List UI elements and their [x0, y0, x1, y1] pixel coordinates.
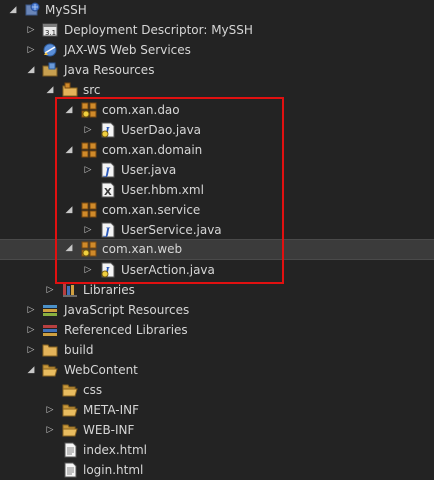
expand-arrow-icon[interactable]: ▷ — [25, 40, 37, 60]
tree-node-deployment-descriptor[interactable]: ▷ 3.1 Deployment Descriptor: MySSH — [0, 20, 434, 40]
tree-node-web-inf[interactable]: ▷ WEB-INF — [0, 420, 434, 440]
deployment-descriptor-icon: 3.1 — [42, 23, 58, 37]
open-folder-icon — [62, 384, 78, 397]
open-folder-icon — [62, 424, 78, 437]
web-project-icon — [25, 2, 40, 16]
html-file-icon — [64, 462, 77, 478]
expand-arrow-icon[interactable]: ▷ — [25, 20, 37, 40]
project-name-label: MySSH — [45, 3, 87, 17]
libraries-icon — [63, 284, 77, 297]
java-resources-label: Java Resources — [64, 63, 155, 77]
tree-node-project[interactable]: ◢ MySSH — [0, 0, 434, 20]
project-explorer-tree: ◢ MySSH ▷ 3.1 Deployment Descriptor: MyS… — [0, 0, 434, 480]
css-label: css — [83, 383, 103, 397]
open-folder-icon — [62, 404, 78, 417]
html-file-icon — [64, 442, 77, 458]
expand-arrow-icon[interactable]: ▷ — [25, 320, 37, 340]
webcontent-label: WebContent — [64, 363, 138, 377]
expand-arrow-icon[interactable]: ▷ — [44, 420, 56, 440]
build-label: build — [64, 343, 94, 357]
tree-node-build[interactable]: ▷ build — [0, 340, 434, 360]
index-html-label: index.html — [83, 443, 147, 457]
deployment-descriptor-label: Deployment Descriptor: MySSH — [64, 23, 253, 37]
login-html-label: login.html — [83, 463, 144, 477]
meta-inf-label: META-INF — [83, 403, 140, 417]
open-folder-icon — [42, 364, 58, 377]
tree-node-js-resources[interactable]: ▷ JavaScript Resources — [0, 300, 434, 320]
tree-node-jaxws[interactable]: ▷ JAX-WS Web Services — [0, 40, 434, 60]
tree-node-webcontent[interactable]: ◢ WebContent — [0, 360, 434, 380]
annotation-highlight-box — [55, 97, 284, 284]
tree-node-index-html[interactable]: index.html — [0, 440, 434, 460]
source-folder-icon — [62, 82, 78, 97]
expand-arrow-icon[interactable]: ▷ — [25, 300, 37, 320]
tree-node-login-html[interactable]: login.html — [0, 460, 434, 480]
web-inf-label: WEB-INF — [83, 423, 135, 437]
collapse-arrow-icon[interactable]: ◢ — [25, 60, 37, 80]
tree-node-java-resources[interactable]: ◢ Java Resources — [0, 60, 434, 80]
tree-node-meta-inf[interactable]: ▷ META-INF — [0, 400, 434, 420]
javascript-resources-icon — [43, 305, 57, 316]
referenced-libraries-icon — [43, 325, 57, 336]
collapse-arrow-icon[interactable]: ◢ — [7, 0, 19, 20]
jaxws-label: JAX-WS Web Services — [64, 43, 191, 57]
java-resources-icon — [42, 62, 58, 77]
folder-icon — [42, 344, 58, 357]
tree-node-referenced-libraries[interactable]: ▷ Referenced Libraries — [0, 320, 434, 340]
tree-node-css[interactable]: css — [0, 380, 434, 400]
referenced-libraries-label: Referenced Libraries — [64, 323, 188, 337]
svg-text:3.1: 3.1 — [45, 29, 56, 37]
web-services-icon — [43, 43, 57, 57]
expand-arrow-icon[interactable]: ▷ — [25, 340, 37, 360]
js-resources-label: JavaScript Resources — [64, 303, 190, 317]
expand-arrow-icon[interactable]: ▷ — [44, 400, 56, 420]
collapse-arrow-icon[interactable]: ◢ — [25, 360, 37, 380]
